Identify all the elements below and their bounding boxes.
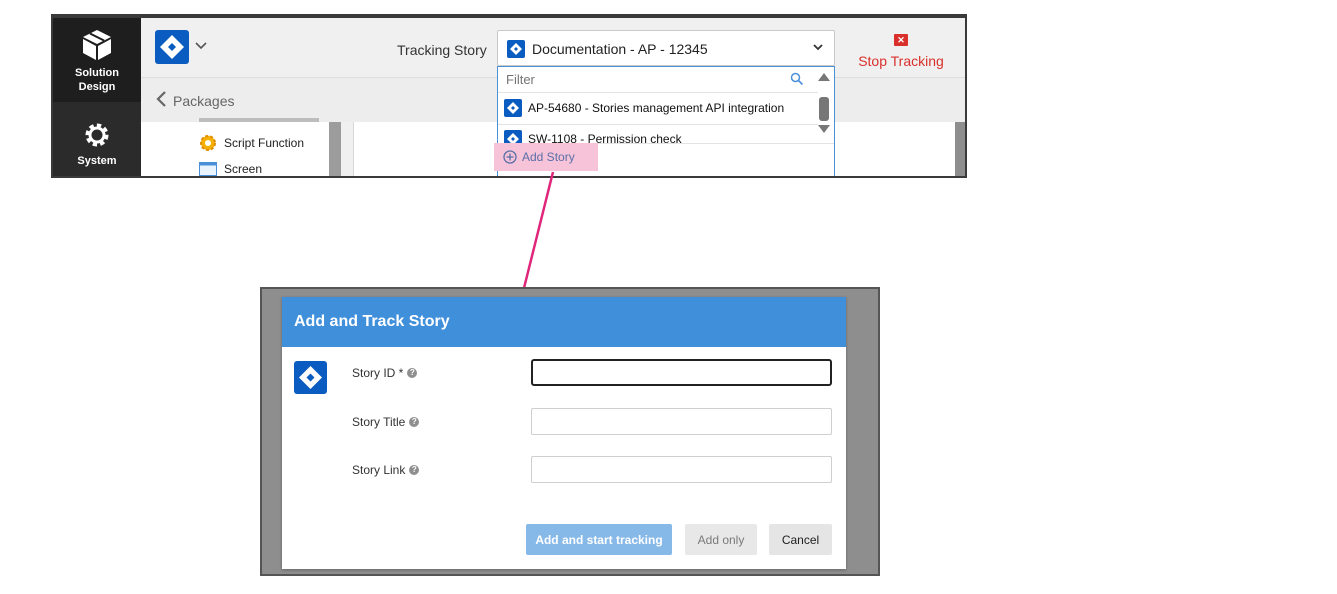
field-label-text: Story Title <box>352 415 406 429</box>
system-label: System <box>77 155 117 167</box>
clipped-tree-item <box>199 118 319 122</box>
solution-label-line1: Solution <box>75 67 119 79</box>
add-story-label: Add Story <box>522 150 575 164</box>
story-icon <box>294 361 327 394</box>
nav-system[interactable]: System <box>53 112 141 176</box>
tree-item-label: Script Function <box>224 136 305 150</box>
filter-row <box>498 67 818 93</box>
add-track-story-dialog: Add and Track Story Story ID * ? Story T… <box>282 297 846 569</box>
tree-item-screen[interactable]: Screen <box>199 162 262 176</box>
app-logo-icon[interactable] <box>155 30 189 64</box>
story-link-input[interactable] <box>531 456 832 483</box>
story-icon <box>504 99 522 117</box>
script-function-icon <box>200 135 216 151</box>
tree-scrollbar[interactable] <box>329 122 341 176</box>
dialog-screenshot: Add and Track Story Story ID * ? Story T… <box>260 287 880 576</box>
story-icon <box>507 40 525 58</box>
field-label-text: Story Link <box>352 463 406 477</box>
search-icon[interactable] <box>790 72 804 86</box>
dropdown-item-label: AP-54680 - Stories management API integr… <box>528 101 785 115</box>
packages-link[interactable]: Packages <box>173 93 234 109</box>
chevron-left-icon[interactable] <box>155 90 167 108</box>
help-icon[interactable]: ? <box>407 368 418 378</box>
solution-label-line2: Design <box>78 81 116 93</box>
box-icon <box>83 30 111 60</box>
divider <box>498 124 818 125</box>
left-rail: Solution Design System <box>53 18 141 176</box>
scroll-up-icon[interactable] <box>818 73 830 81</box>
chevron-down-icon <box>813 44 823 51</box>
add-only-button[interactable]: Add only <box>685 524 757 555</box>
stop-tracking-button[interactable]: ✕ Stop Tracking <box>851 30 951 69</box>
story-dropdown: AP-54680 - Stories management API integr… <box>494 66 835 176</box>
tree-item-label: Screen <box>224 162 263 176</box>
scroll-down-icon[interactable] <box>818 125 830 133</box>
filter-input[interactable] <box>506 72 776 87</box>
chevron-down-icon[interactable] <box>195 42 207 50</box>
tree-item-script-function[interactable]: Script Function <box>199 134 304 152</box>
tracking-story-label: Tracking Story <box>397 42 487 58</box>
gear-icon <box>85 123 109 147</box>
dialog-header: Add and Track Story <box>282 297 846 347</box>
help-icon[interactable]: ? <box>409 465 420 475</box>
stop-tracking-label: Stop Tracking <box>858 53 944 69</box>
dialog-title: Add and Track Story <box>294 313 450 330</box>
story-id-label: Story ID * ? <box>352 366 418 380</box>
stop-icon: ✕ <box>894 34 908 46</box>
story-select[interactable]: Documentation - AP - 12345 <box>497 30 835 66</box>
story-title-label: Story Title ? <box>352 415 420 429</box>
plus-circle-icon <box>503 150 517 164</box>
nav-solution-design[interactable]: Solution Design <box>53 18 141 102</box>
tracking-screenshot: Solution Design System Tracking Story Do… <box>51 14 967 178</box>
story-link-label: Story Link ? <box>352 463 420 477</box>
add-story-button[interactable]: Add Story <box>494 143 598 171</box>
field-label-text: Story ID * <box>352 366 404 380</box>
story-title-input[interactable] <box>531 408 832 435</box>
dropdown-item[interactable]: AP-54680 - Stories management API integr… <box>504 99 814 117</box>
help-icon[interactable]: ? <box>409 417 420 427</box>
dropdown-scroll-thumb[interactable] <box>819 97 829 121</box>
add-and-start-tracking-button[interactable]: Add and start tracking <box>526 524 672 555</box>
content-scrollbar[interactable] <box>955 122 965 176</box>
selected-story: Documentation - AP - 12345 <box>532 41 708 57</box>
dropdown-footer: Add Story <box>494 143 834 176</box>
tree-panel: Script Function Screen <box>141 118 341 176</box>
cancel-button[interactable]: Cancel <box>769 524 832 555</box>
story-id-input[interactable] <box>531 359 832 386</box>
screen-icon <box>199 162 217 176</box>
